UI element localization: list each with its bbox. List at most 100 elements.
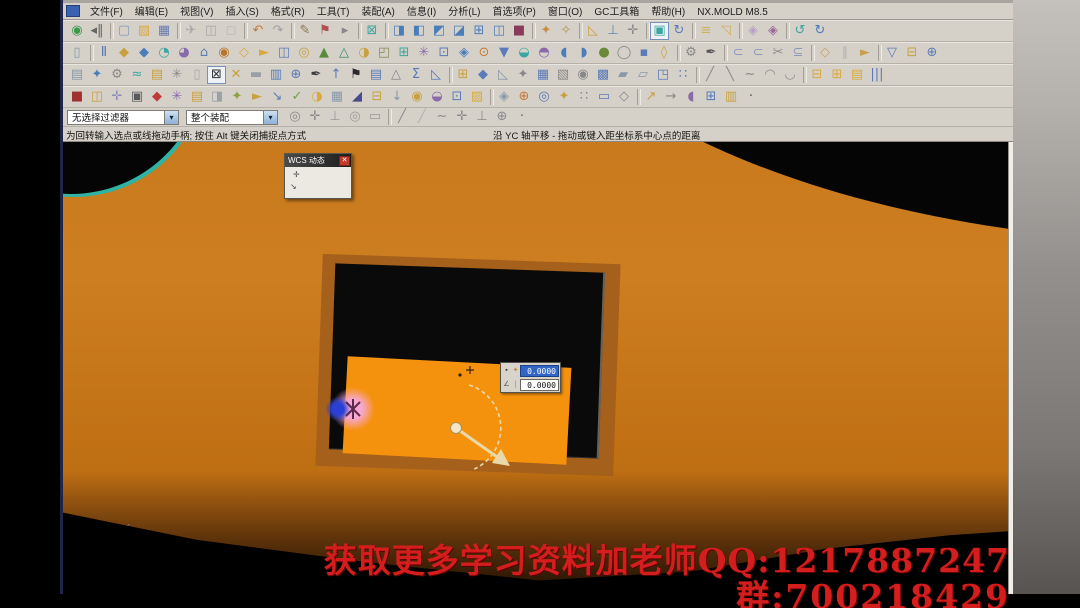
tool-icon[interactable]: ◎: [285, 107, 305, 127]
tool-icon[interactable]: ◈: [494, 87, 514, 107]
tool-icon[interactable]: ◉: [407, 87, 427, 107]
tool-icon[interactable]: ◫: [274, 43, 294, 63]
tool-icon[interactable]: ▽: [882, 43, 902, 63]
tool-icon[interactable]: ►: [247, 87, 267, 107]
tool-icon[interactable]: |||: [867, 65, 887, 85]
tool-icon[interactable]: ╱: [392, 107, 412, 127]
start-dropdown-icon[interactable]: ◉: [67, 21, 87, 41]
tool-icon[interactable]: △: [386, 65, 406, 85]
tool-icon[interactable]: ◎: [534, 87, 554, 107]
tool-icon[interactable]: ⌂: [194, 43, 214, 63]
menu-item[interactable]: 帮助(H): [645, 7, 691, 18]
tool-icon[interactable]: ▸: [335, 21, 355, 41]
menu-item[interactable]: 工具(T): [311, 7, 356, 18]
angle-field[interactable]: 0.0000: [520, 378, 559, 391]
tool-icon[interactable]: ⚙: [107, 65, 127, 85]
menu-item[interactable]: 装配(A): [355, 7, 400, 18]
tool-icon[interactable]: ●: [594, 43, 614, 63]
tool-icon[interactable]: ▣: [650, 21, 669, 40]
tool-icon[interactable]: ✦: [87, 65, 107, 85]
tool-icon[interactable]: ◆: [147, 87, 167, 107]
tool-icon[interactable]: ⊠: [207, 65, 226, 84]
tool-icon[interactable]: ⊙: [474, 43, 494, 63]
menu-item[interactable]: 编辑(E): [129, 7, 174, 18]
tool-icon[interactable]: ◇: [815, 43, 835, 63]
tool-icon[interactable]: ◇: [614, 87, 634, 107]
tool-icon[interactable]: ◖: [681, 87, 701, 107]
tool-icon[interactable]: ✛: [452, 107, 472, 127]
menu-item[interactable]: 文件(F): [84, 7, 129, 18]
menu-item[interactable]: 视图(V): [174, 7, 219, 18]
tool-icon[interactable]: ↺: [790, 21, 810, 41]
tool-icon[interactable]: ∷: [574, 87, 594, 107]
tool-icon[interactable]: ▧: [553, 65, 573, 85]
tool-icon[interactable]: ◳: [653, 65, 673, 85]
tool-icon[interactable]: ◒: [514, 43, 534, 63]
tool-icon[interactable]: ◎: [345, 107, 365, 127]
tool-icon[interactable]: ⊂: [748, 43, 768, 63]
tool-icon[interactable]: ◑: [307, 87, 327, 107]
tool-icon[interactable]: ◺: [583, 21, 603, 41]
tool-icon[interactable]: ⊂: [728, 43, 748, 63]
tool-icon[interactable]: △: [334, 43, 354, 63]
tool-icon[interactable]: ▥: [721, 87, 741, 107]
tool-icon[interactable]: ▦: [533, 65, 553, 85]
tool-icon[interactable]: ✧: [556, 21, 576, 41]
tool-icon[interactable]: ↻: [669, 21, 689, 41]
tool-icon[interactable]: ✦: [227, 87, 247, 107]
menu-item[interactable]: 格式(R): [265, 7, 311, 18]
tool-icon[interactable]: ∼: [740, 65, 760, 85]
tool-icon[interactable]: ✛: [623, 21, 643, 41]
wcs-drag-handle[interactable]: [455, 426, 501, 461]
tool-icon[interactable]: ◺: [493, 65, 513, 85]
tool-icon[interactable]: ╲: [720, 65, 740, 85]
tool-icon[interactable]: ▰: [613, 65, 633, 85]
menu-item[interactable]: 首选项(P): [487, 7, 542, 18]
tool-icon[interactable]: ⊥: [603, 21, 623, 41]
undo-icon[interactable]: ↶: [248, 21, 268, 41]
tool-icon[interactable]: ◪: [449, 21, 469, 41]
tool-icon[interactable]: ⊟: [367, 87, 387, 107]
tool-icon[interactable]: ◒: [427, 87, 447, 107]
tool-icon[interactable]: ⊕: [514, 87, 534, 107]
menu-item[interactable]: NX.MOLD M8.5: [691, 7, 774, 18]
tool-icon[interactable]: ◉: [214, 43, 234, 63]
tool-icon[interactable]: ⊥: [472, 107, 492, 127]
tool-icon[interactable]: ◻: [221, 21, 241, 41]
tool-icon[interactable]: ▤: [366, 65, 386, 85]
tool-icon[interactable]: ⚑: [346, 65, 366, 85]
tool-icon[interactable]: ╱: [700, 65, 720, 85]
close-icon[interactable]: ✕: [339, 155, 350, 166]
tool-icon[interactable]: ⊡: [434, 43, 454, 63]
tool-icon[interactable]: ⊞: [469, 21, 489, 41]
tool-icon[interactable]: ◧: [409, 21, 429, 41]
tool-icon[interactable]: ✛: [107, 87, 127, 107]
tool-icon[interactable]: ⊡: [447, 87, 467, 107]
tool-icon[interactable]: ◖: [554, 43, 574, 63]
tool-icon[interactable]: →: [661, 87, 681, 107]
wcs-dialog-titlebar[interactable]: WCS 动态 ✕: [285, 154, 351, 167]
tool-icon[interactable]: ◡: [780, 65, 800, 85]
tool-icon[interactable]: ✒: [701, 43, 721, 63]
tool-icon[interactable]: ⊟: [807, 65, 827, 85]
tool-icon[interactable]: ✳: [167, 65, 187, 85]
wcs-rotate-ball[interactable]: [450, 422, 462, 434]
tool-icon[interactable]: ✎: [295, 21, 315, 41]
tool-icon[interactable]: ✒: [306, 65, 326, 85]
tool-icon[interactable]: ◫: [489, 21, 509, 41]
tool-icon[interactable]: Σ: [406, 65, 426, 85]
tool-icon[interactable]: ▬: [246, 65, 266, 85]
tool-icon[interactable]: ↑: [326, 65, 346, 85]
tool-icon[interactable]: ✦: [554, 87, 574, 107]
tool-icon[interactable]: ⊞: [827, 65, 847, 85]
tool-icon[interactable]: ▭: [365, 107, 385, 127]
tool-icon[interactable]: ▤: [847, 65, 867, 85]
tool-icon[interactable]: ∼: [432, 107, 452, 127]
tool-icon[interactable]: ◫: [87, 87, 107, 107]
tool-icon[interactable]: ∷: [673, 65, 693, 85]
tool-icon[interactable]: ◆: [473, 65, 493, 85]
tool-icon[interactable]: ⊥: [325, 107, 345, 127]
tool-icon[interactable]: ◩: [429, 21, 449, 41]
tool-icon[interactable]: ◊: [654, 43, 674, 63]
tool-icon[interactable]: ◆: [114, 43, 134, 63]
